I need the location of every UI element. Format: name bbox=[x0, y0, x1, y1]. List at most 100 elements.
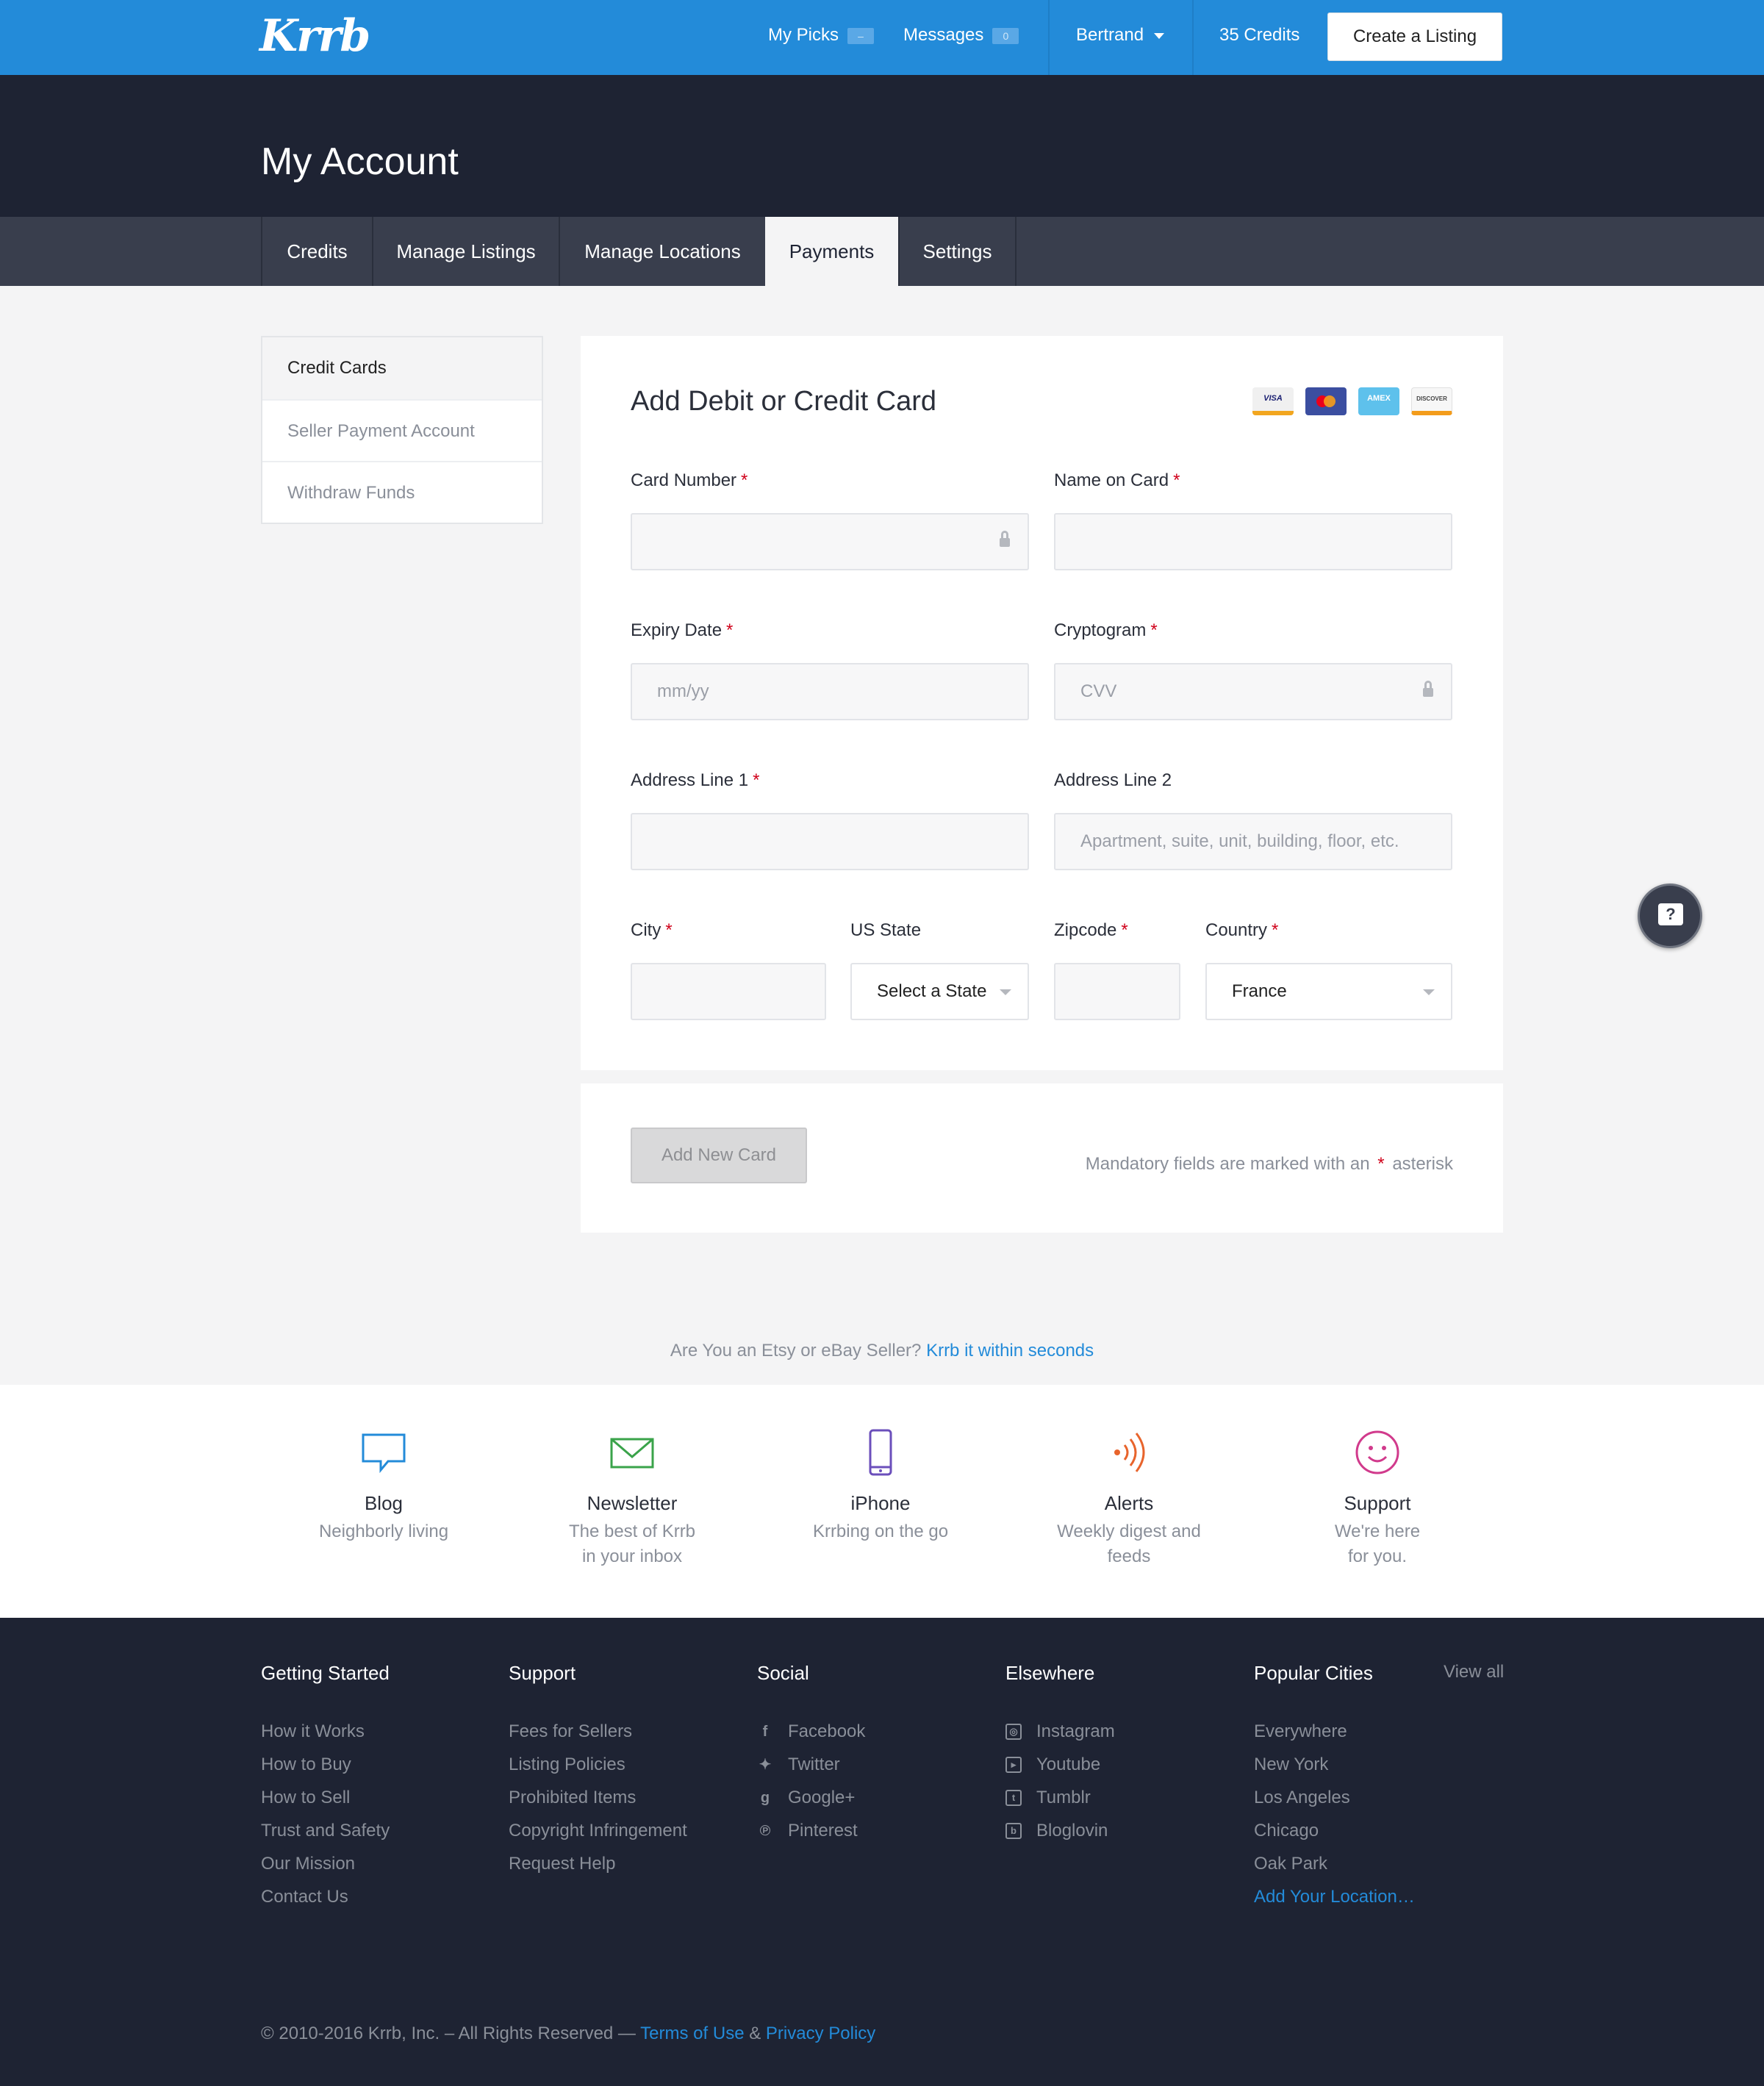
footer-link-label: Tumblr bbox=[1036, 1787, 1091, 1807]
country-select[interactable]: France bbox=[1205, 963, 1452, 1020]
expiry-date-label-text: Expiry Date bbox=[631, 620, 723, 640]
feature-subtitle: The best of Krrb in your inbox bbox=[568, 1522, 696, 1566]
messages-label: Messages bbox=[903, 25, 984, 45]
features-strip: Blog Neighborly living Newsletter The be… bbox=[0, 1385, 1764, 1618]
tab-payments[interactable]: Payments bbox=[765, 217, 898, 286]
address-line-1-field[interactable] bbox=[631, 813, 1029, 870]
feature-title: Newsletter bbox=[587, 1492, 678, 1514]
user-menu[interactable]: Bertrand bbox=[1076, 25, 1165, 46]
footer-link-new-york[interactable]: New York bbox=[1254, 1748, 1415, 1781]
tab-manage-locations[interactable]: Manage Locations bbox=[559, 217, 765, 286]
smiley-icon bbox=[1355, 1430, 1399, 1474]
account-tabs: Credits Manage Listings Manage Locations… bbox=[0, 217, 1764, 286]
footer-heading: Support bbox=[509, 1662, 576, 1684]
required-asterisk: * bbox=[726, 620, 734, 640]
footer-link-listing-policies[interactable]: Listing Policies bbox=[509, 1748, 687, 1781]
name-on-card-field[interactable] bbox=[1054, 513, 1452, 570]
footer-link-pinterest[interactable]: ℗ Pinterest bbox=[757, 1814, 865, 1847]
speech-bubble-icon bbox=[362, 1433, 406, 1474]
footer-link-google-plus[interactable]: g Google+ bbox=[757, 1781, 865, 1814]
footer-link-label: Instagram bbox=[1036, 1721, 1115, 1741]
feature-blog[interactable]: Blog Neighborly living bbox=[273, 1429, 494, 1544]
footer-link-request-help[interactable]: Request Help bbox=[509, 1847, 687, 1880]
required-asterisk: * bbox=[1150, 620, 1158, 640]
footer-link-twitter[interactable]: ✦ Twitter bbox=[757, 1748, 865, 1781]
footer-link-chicago[interactable]: Chicago bbox=[1254, 1814, 1415, 1847]
tab-credits[interactable]: Credits bbox=[261, 217, 372, 286]
copyright-line: © 2010-2016 Krrb, Inc. – All Rights Rese… bbox=[261, 2024, 875, 2044]
required-asterisk: * bbox=[1377, 1154, 1385, 1174]
side-item-credit-cards[interactable]: Credit Cards bbox=[262, 337, 542, 399]
side-item-withdraw-funds[interactable]: Withdraw Funds bbox=[262, 461, 542, 523]
privacy-policy-link[interactable]: Privacy Policy bbox=[766, 2024, 875, 2043]
footer-col-getting-started: Getting Started How it Works How to Buy … bbox=[261, 1662, 390, 1913]
feature-iphone[interactable]: iPhone Krrbing on the go bbox=[770, 1429, 991, 1544]
terms-of-use-link[interactable]: Terms of Use bbox=[640, 2024, 744, 2043]
address-line-1-label: Address Line 1 * bbox=[631, 770, 759, 791]
youtube-icon: ▸ bbox=[1005, 1756, 1022, 1773]
footer-link-tumblr[interactable]: t Tumblr bbox=[1005, 1781, 1115, 1814]
footer-link-how-to-sell[interactable]: How to Sell bbox=[261, 1781, 390, 1814]
add-your-location-link[interactable]: Add Your Location… bbox=[1254, 1880, 1415, 1913]
footer-heading: Getting Started bbox=[261, 1662, 390, 1684]
card-number-label-text: Card Number bbox=[631, 470, 737, 490]
etsy-promo: Are You an Etsy or eBay Seller? Krrb it … bbox=[0, 1341, 1764, 1361]
credits-link[interactable]: 35 Credits bbox=[1219, 25, 1299, 46]
footer-heading: Popular Cities bbox=[1254, 1662, 1373, 1684]
expiry-date-field[interactable]: mm/yy bbox=[631, 663, 1029, 720]
footer-link-youtube[interactable]: ▸ Youtube bbox=[1005, 1748, 1115, 1781]
name-on-card-label-text: Name on Card bbox=[1054, 470, 1169, 490]
side-item-seller-payment-account[interactable]: Seller Payment Account bbox=[262, 399, 542, 461]
card-number-field[interactable] bbox=[631, 513, 1029, 570]
footer-link-instagram[interactable]: ◎ Instagram bbox=[1005, 1715, 1115, 1748]
tab-settings[interactable]: Settings bbox=[898, 217, 1017, 286]
feature-subtitle: Weekly digest and feeds bbox=[1057, 1522, 1201, 1566]
krrb-logo[interactable]: Krrb bbox=[259, 10, 370, 62]
form-actions-panel: Add New Card Mandatory fields are marked… bbox=[581, 1083, 1503, 1233]
krrb-it-link[interactable]: Krrb it within seconds bbox=[926, 1341, 1094, 1361]
city-field[interactable] bbox=[631, 963, 826, 1020]
view-all-cities-link[interactable]: View all bbox=[1444, 1662, 1504, 1682]
footer-link-oak-park[interactable]: Oak Park bbox=[1254, 1847, 1415, 1880]
my-picks-link[interactable]: My Picks – bbox=[768, 25, 874, 46]
footer-link-label: Youtube bbox=[1036, 1754, 1101, 1774]
messages-link[interactable]: Messages 0 bbox=[903, 25, 1019, 46]
tab-manage-listings[interactable]: Manage Listings bbox=[372, 217, 559, 286]
pinterest-icon: ℗ bbox=[759, 1822, 771, 1839]
footer-link-how-to-buy[interactable]: How to Buy bbox=[261, 1748, 390, 1781]
copyright-text: © 2010-2016 Krrb, Inc. – All Rights Rese… bbox=[261, 2024, 636, 2043]
footer-link-our-mission[interactable]: Our Mission bbox=[261, 1847, 390, 1880]
footer-link-prohibited-items[interactable]: Prohibited Items bbox=[509, 1781, 687, 1814]
feature-title: Support bbox=[1344, 1492, 1411, 1514]
zipcode-label-text: Zipcode bbox=[1054, 920, 1117, 940]
country-label-text: Country bbox=[1205, 920, 1268, 940]
question-icon: ? bbox=[1658, 903, 1683, 925]
create-listing-button[interactable]: Create a Listing bbox=[1327, 12, 1502, 61]
footer-link-everywhere[interactable]: Everywhere bbox=[1254, 1715, 1415, 1748]
zipcode-field[interactable] bbox=[1054, 963, 1180, 1020]
footer-link-trust-safety[interactable]: Trust and Safety bbox=[261, 1814, 390, 1847]
footer-col-social: Social f Facebook ✦ Twitter g Google+ ℗ Pint… bbox=[757, 1662, 865, 1847]
footer-link-los-angeles[interactable]: Los Angeles bbox=[1254, 1781, 1415, 1814]
page-header: My Account bbox=[0, 75, 1764, 217]
city-label: City * bbox=[631, 920, 673, 941]
footer-link-facebook[interactable]: f Facebook bbox=[757, 1715, 866, 1748]
chevron-down-icon bbox=[1423, 989, 1435, 995]
cryptogram-field[interactable]: CVV bbox=[1054, 663, 1452, 720]
feature-newsletter[interactable]: Newsletter The best of Krrb in your inbox bbox=[522, 1429, 742, 1569]
footer-col-popular-cities: Popular Cities Everywhere New York Los A… bbox=[1254, 1662, 1415, 1913]
country-value: France bbox=[1232, 981, 1287, 1001]
address-line-2-field[interactable]: Apartment, suite, unit, building, floor,… bbox=[1054, 813, 1452, 870]
ampersand: & bbox=[749, 2024, 761, 2043]
feature-support[interactable]: Support We're here for you. bbox=[1267, 1429, 1488, 1569]
chevron-down-icon bbox=[1000, 989, 1011, 995]
feature-alerts[interactable]: Alerts Weekly digest and feeds bbox=[1019, 1429, 1239, 1569]
help-chat-button[interactable]: ? bbox=[1638, 883, 1702, 948]
add-new-card-button[interactable]: Add New Card bbox=[631, 1128, 807, 1183]
footer-link-contact-us[interactable]: Contact Us bbox=[261, 1880, 390, 1913]
footer-link-how-it-works[interactable]: How it Works bbox=[261, 1715, 390, 1748]
footer-link-bloglovin[interactable]: b Bloglovin bbox=[1005, 1814, 1115, 1847]
footer-link-fees[interactable]: Fees for Sellers bbox=[509, 1715, 687, 1748]
us-state-select[interactable]: Select a State bbox=[850, 963, 1029, 1020]
footer-link-copyright[interactable]: Copyright Infringement bbox=[509, 1814, 687, 1847]
